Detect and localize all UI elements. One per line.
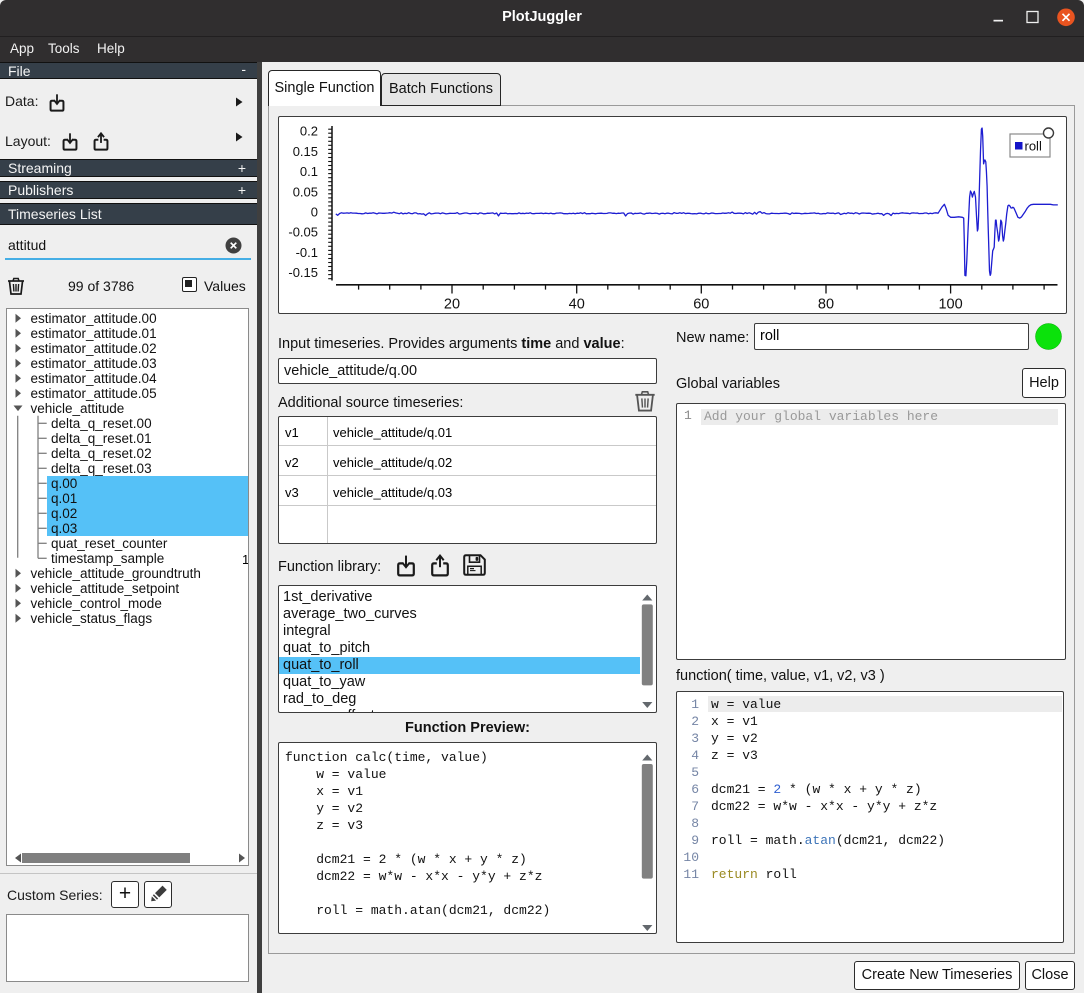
svg-text:-0.1: -0.1 (296, 245, 318, 260)
svg-text:80: 80 (818, 297, 834, 313)
svg-text:20: 20 (444, 297, 460, 313)
svg-text:-0.15: -0.15 (288, 265, 318, 280)
svg-text:0.05: 0.05 (293, 184, 318, 199)
svg-text:0.2: 0.2 (300, 124, 318, 139)
svg-text:0.15: 0.15 (293, 144, 318, 159)
svg-text:0.1: 0.1 (300, 164, 318, 179)
svg-text:40: 40 (569, 297, 585, 313)
svg-text:100: 100 (938, 297, 962, 313)
svg-text:0: 0 (311, 205, 318, 220)
svg-text:roll: roll (1025, 139, 1042, 154)
svg-text:60: 60 (693, 297, 709, 313)
svg-text:-0.05: -0.05 (288, 225, 318, 240)
